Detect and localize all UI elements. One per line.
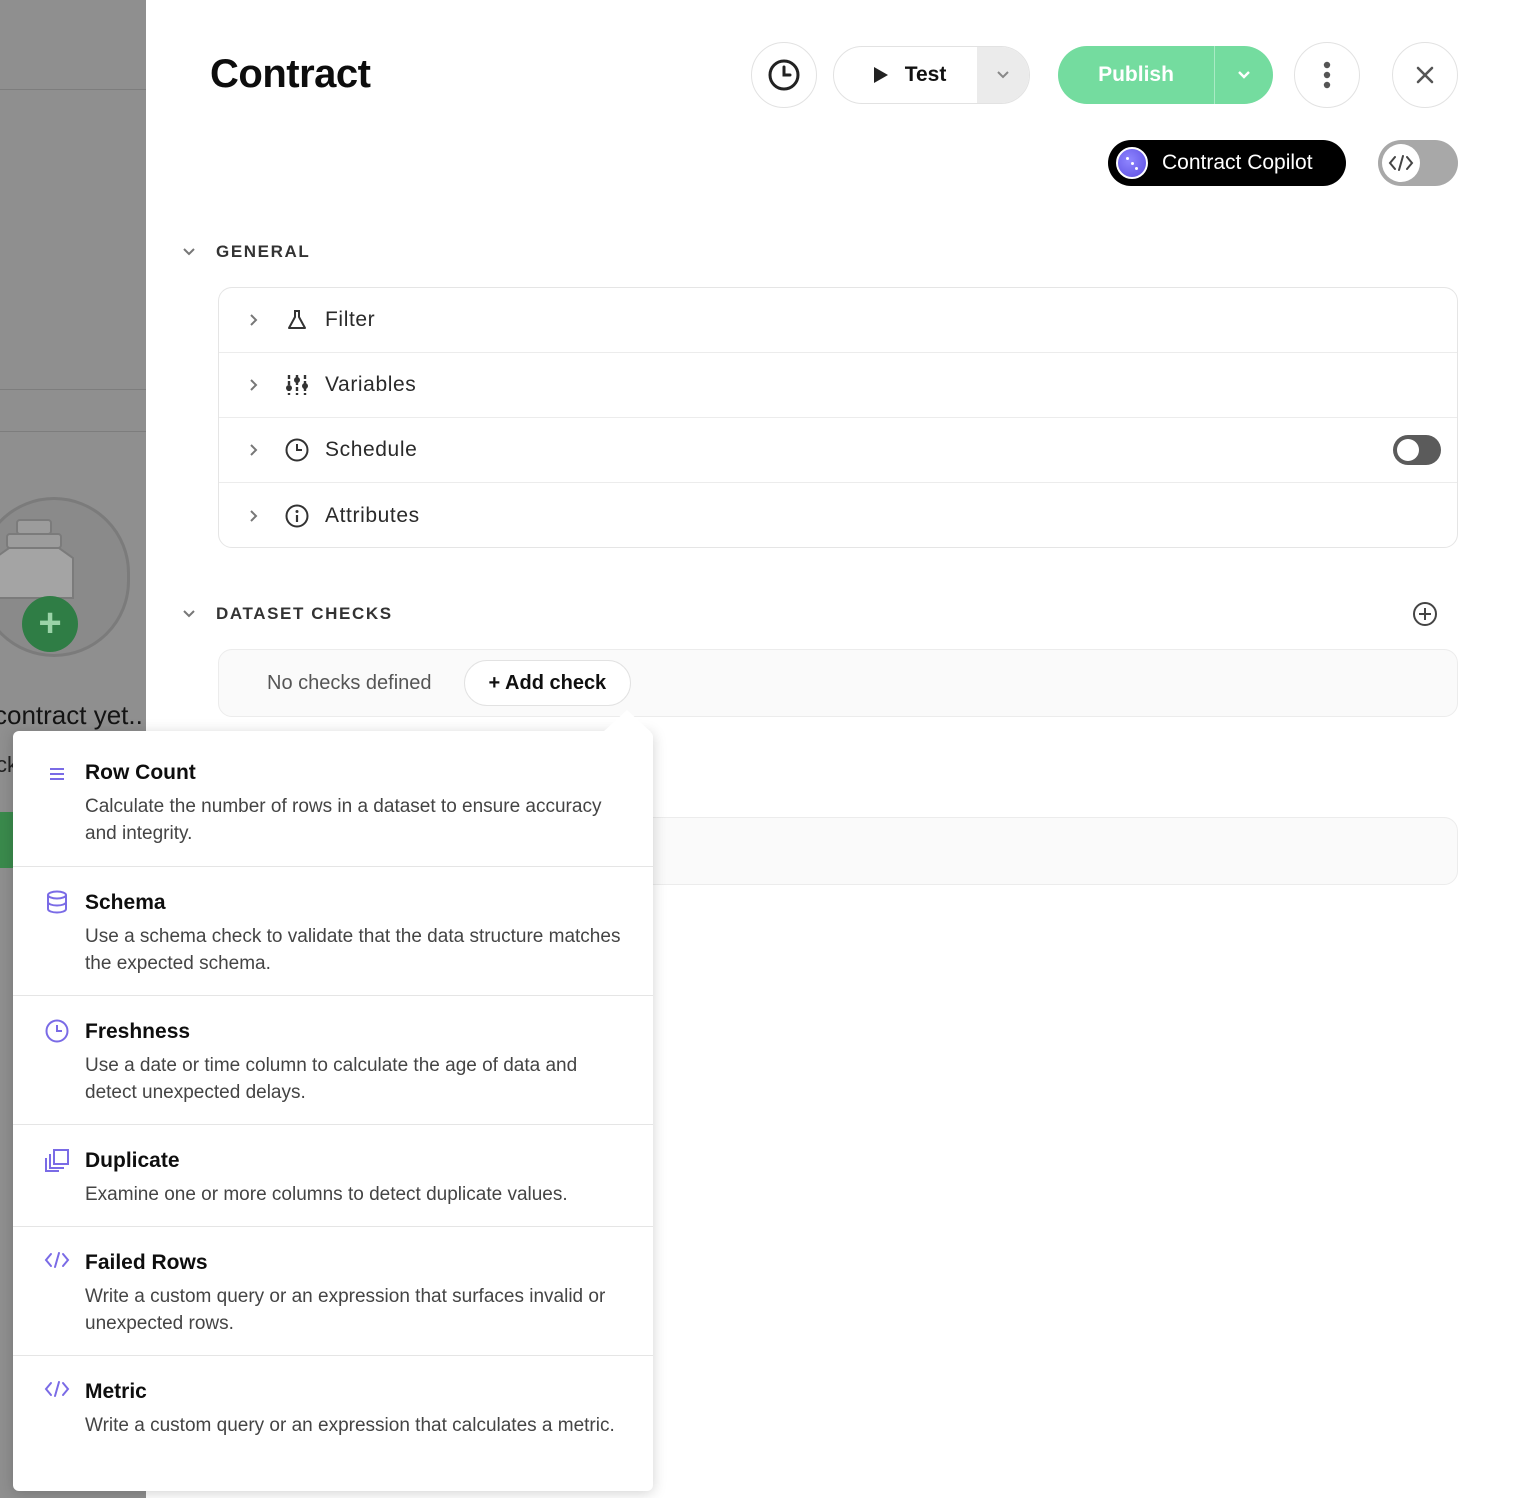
menu-item-title: Row Count	[85, 761, 196, 784]
menu-item-failed-rows[interactable]: Failed Rows Write a custom query or an e…	[13, 1227, 653, 1356]
chevron-right-icon	[250, 444, 258, 456]
test-label: Test	[904, 63, 947, 86]
flask-icon	[283, 306, 311, 334]
test-button-group: Test	[833, 46, 1030, 104]
menu-item-description: Use a date or time column to calculate t…	[85, 1055, 578, 1103]
bg-divider	[0, 389, 146, 390]
bg-empty-text: contract yet..	[0, 700, 143, 730]
menu-item-description: Write a custom query or an expression th…	[85, 1415, 615, 1436]
copilot-orb-icon	[1116, 147, 1148, 179]
general-row-filter[interactable]: Filter	[219, 288, 1457, 353]
publish-button[interactable]: Publish	[1058, 46, 1214, 104]
menu-item-title: Metric	[85, 1380, 147, 1403]
menu-item-freshness[interactable]: Freshness Use a date or time column to c…	[13, 996, 653, 1125]
clock-icon	[44, 1018, 70, 1044]
general-row-variables[interactable]: Variables	[219, 353, 1457, 418]
chevron-right-icon	[250, 314, 258, 326]
add-circle-icon[interactable]	[1412, 601, 1438, 627]
menu-item-title: Freshness	[85, 1020, 191, 1043]
schedule-label: Schedule	[325, 438, 418, 461]
kebab-menu-icon	[1323, 61, 1331, 89]
code-toggle-knob	[1382, 144, 1420, 182]
bg-divider	[0, 89, 146, 90]
bg-green-button	[0, 812, 14, 868]
menu-item-row-count[interactable]: Row Count Calculate the number of rows i…	[13, 731, 653, 867]
close-icon	[1416, 66, 1434, 84]
general-section-toggle[interactable]: GENERAL	[182, 242, 310, 262]
database-icon	[44, 889, 70, 915]
general-heading: GENERAL	[216, 242, 311, 261]
chevron-down-icon	[183, 610, 195, 618]
general-list: Filter Variables Schedule Attributes	[218, 287, 1458, 548]
chevron-right-icon	[250, 509, 258, 522]
menu-pointer	[603, 710, 651, 732]
dataset-checks-heading: DATASET CHECKS	[216, 604, 393, 623]
chevron-right-icon	[250, 379, 258, 391]
dataset-checks-section-toggle[interactable]: DATASET CHECKS	[182, 604, 393, 624]
publish-dropdown-button[interactable]	[1214, 46, 1273, 104]
chevron-down-icon	[1238, 71, 1250, 79]
general-row-attributes[interactable]: Attributes	[219, 483, 1457, 548]
code-view-toggle[interactable]	[1378, 140, 1458, 186]
variables-label: Variables	[325, 373, 417, 396]
play-icon	[873, 67, 888, 83]
copilot-label: Contract Copilot	[1162, 151, 1313, 174]
code-icon	[44, 1247, 70, 1273]
menu-item-metric[interactable]: Metric Write a custom query or an expres…	[13, 1356, 653, 1491]
menu-item-description: Write a custom query or an expression th…	[85, 1286, 606, 1334]
add-check-button[interactable]: + Add check	[463, 660, 632, 706]
menu-item-schema[interactable]: Schema Use a schema check to validate th…	[13, 867, 653, 996]
code-icon	[44, 1376, 70, 1402]
menu-item-description: Use a schema check to validate that the …	[85, 926, 621, 974]
menu-item-title: Failed Rows	[85, 1251, 208, 1274]
test-button[interactable]: Test	[834, 47, 977, 103]
publish-button-group: Publish	[1058, 46, 1273, 104]
general-row-schedule[interactable]: Schedule	[219, 418, 1457, 483]
page-title: Contract	[210, 52, 371, 96]
info-icon	[283, 502, 311, 530]
code-icon	[1388, 155, 1414, 171]
inbox-icon	[0, 519, 74, 599]
sliders-icon	[283, 371, 311, 399]
menu-item-duplicate[interactable]: Duplicate Examine one or more columns to…	[13, 1125, 653, 1227]
dataset-checks-box: No checks defined + Add check	[218, 649, 1458, 717]
test-dropdown-button[interactable]	[977, 47, 1029, 103]
no-checks-text: No checks defined	[267, 671, 432, 694]
attributes-label: Attributes	[325, 503, 420, 527]
clock-icon	[768, 59, 800, 91]
contract-copilot-button[interactable]: Contract Copilot	[1108, 140, 1346, 186]
filter-label: Filter	[325, 308, 376, 331]
bg-divider	[0, 431, 146, 432]
history-button[interactable]	[751, 42, 817, 108]
chevron-down-icon	[183, 248, 195, 256]
more-options-button[interactable]	[1294, 42, 1360, 108]
menu-item-title: Schema	[85, 891, 166, 914]
lines-icon	[44, 761, 70, 787]
check-type-menu: Row Count Calculate the number of rows i…	[13, 731, 653, 1491]
menu-item-title: Duplicate	[85, 1149, 180, 1172]
bg-add-button: +	[22, 596, 78, 652]
menu-item-description: Examine one or more columns to detect du…	[85, 1184, 568, 1205]
clock-icon	[283, 436, 311, 464]
schedule-toggle[interactable]	[1393, 435, 1441, 465]
menu-item-description: Calculate the number of rows in a datase…	[85, 796, 602, 844]
copy-icon	[44, 1147, 70, 1173]
close-button[interactable]	[1392, 42, 1458, 108]
chevron-down-icon	[997, 71, 1009, 79]
